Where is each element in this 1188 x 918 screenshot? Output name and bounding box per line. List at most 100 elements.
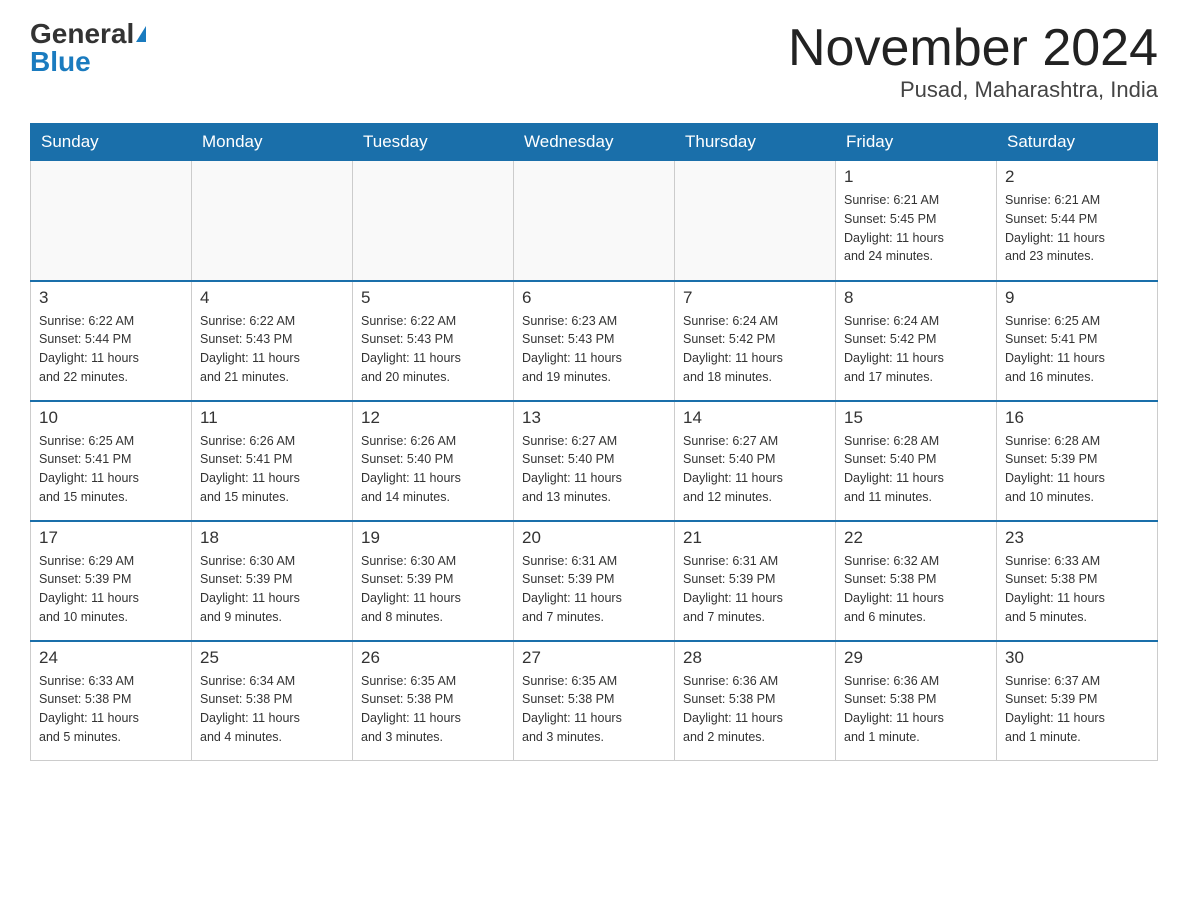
calendar-day-cell: 17 Sunrise: 6:29 AMSunset: 5:39 PMDayligh… [31, 521, 192, 641]
day-number: 7 [683, 288, 827, 308]
day-number: 16 [1005, 408, 1149, 428]
day-number: 20 [522, 528, 666, 548]
calendar-day-cell: 1 Sunrise: 6:21 AMSunset: 5:45 PMDaylight… [836, 161, 997, 281]
day-info: Sunrise: 6:26 AMSunset: 5:41 PMDaylight:… [200, 432, 344, 507]
location: Pusad, Maharashtra, India [788, 77, 1158, 103]
day-info: Sunrise: 6:26 AMSunset: 5:40 PMDaylight:… [361, 432, 505, 507]
day-of-week-header: Monday [192, 124, 353, 161]
day-info: Sunrise: 6:21 AMSunset: 5:45 PMDaylight:… [844, 191, 988, 266]
day-info: Sunrise: 6:28 AMSunset: 5:39 PMDaylight:… [1005, 432, 1149, 507]
calendar-day-cell: 29 Sunrise: 6:36 AMSunset: 5:38 PMDayligh… [836, 641, 997, 761]
day-of-week-header: Sunday [31, 124, 192, 161]
day-info: Sunrise: 6:32 AMSunset: 5:38 PMDaylight:… [844, 552, 988, 627]
calendar-header-row: SundayMondayTuesdayWednesdayThursdayFrid… [31, 124, 1158, 161]
day-info: Sunrise: 6:25 AMSunset: 5:41 PMDaylight:… [1005, 312, 1149, 387]
calendar-day-cell: 18 Sunrise: 6:30 AMSunset: 5:39 PMDayligh… [192, 521, 353, 641]
day-number: 28 [683, 648, 827, 668]
day-number: 29 [844, 648, 988, 668]
day-number: 14 [683, 408, 827, 428]
day-info: Sunrise: 6:23 AMSunset: 5:43 PMDaylight:… [522, 312, 666, 387]
calendar-week-row: 10 Sunrise: 6:25 AMSunset: 5:41 PMDayligh… [31, 401, 1158, 521]
calendar-day-cell: 20 Sunrise: 6:31 AMSunset: 5:39 PMDayligh… [514, 521, 675, 641]
calendar-day-cell: 19Sunrise: 6:30 AMSunset: 5:39 PMDayligh… [353, 521, 514, 641]
calendar-day-cell: 25Sunrise: 6:34 AMSunset: 5:38 PMDayligh… [192, 641, 353, 761]
day-info: Sunrise: 6:30 AMSunset: 5:39 PMDaylight:… [361, 552, 505, 627]
calendar-day-cell [514, 161, 675, 281]
day-number: 15 [844, 408, 988, 428]
day-of-week-header: Tuesday [353, 124, 514, 161]
page-header: General Blue November 2024 Pusad, Mahara… [30, 20, 1158, 103]
calendar-day-cell: 3Sunrise: 6:22 AMSunset: 5:44 PMDaylight… [31, 281, 192, 401]
calendar-day-cell: 28Sunrise: 6:36 AMSunset: 5:38 PMDayligh… [675, 641, 836, 761]
day-number: 13 [522, 408, 666, 428]
calendar-day-cell: 23Sunrise: 6:33 AMSunset: 5:38 PMDayligh… [997, 521, 1158, 641]
day-number: 4 [200, 288, 344, 308]
day-info: Sunrise: 6:35 AMSunset: 5:38 PMDaylight:… [522, 672, 666, 747]
day-info: Sunrise: 6:24 AMSunset: 5:42 PMDaylight:… [844, 312, 988, 387]
title-area: November 2024 Pusad, Maharashtra, India [788, 20, 1158, 103]
day-number: 27 [522, 648, 666, 668]
calendar-day-cell: 22 Sunrise: 6:32 AMSunset: 5:38 PMDayligh… [836, 521, 997, 641]
day-info: Sunrise: 6:31 AMSunset: 5:39 PMDaylight:… [683, 552, 827, 627]
calendar-day-cell [192, 161, 353, 281]
calendar-day-cell: 24 Sunrise: 6:33 AMSunset: 5:38 PMDayligh… [31, 641, 192, 761]
day-number: 1 [844, 167, 988, 187]
day-of-week-header: Wednesday [514, 124, 675, 161]
calendar-day-cell: 15Sunrise: 6:28 AMSunset: 5:40 PMDayligh… [836, 401, 997, 521]
day-number: 5 [361, 288, 505, 308]
day-number: 30 [1005, 648, 1149, 668]
calendar-day-cell: 4Sunrise: 6:22 AMSunset: 5:43 PMDaylight… [192, 281, 353, 401]
calendar-day-cell: 12 Sunrise: 6:26 AMSunset: 5:40 PMDayligh… [353, 401, 514, 521]
calendar-day-cell: 26 Sunrise: 6:35 AMSunset: 5:38 PMDayligh… [353, 641, 514, 761]
month-title: November 2024 [788, 20, 1158, 77]
day-info: Sunrise: 6:37 AMSunset: 5:39 PMDaylight:… [1005, 672, 1149, 747]
day-number: 9 [1005, 288, 1149, 308]
day-info: Sunrise: 6:34 AMSunset: 5:38 PMDaylight:… [200, 672, 344, 747]
calendar-day-cell [675, 161, 836, 281]
day-of-week-header: Friday [836, 124, 997, 161]
day-number: 26 [361, 648, 505, 668]
calendar-day-cell: 16 Sunrise: 6:28 AMSunset: 5:39 PMDayligh… [997, 401, 1158, 521]
calendar-day-cell [353, 161, 514, 281]
day-info: Sunrise: 6:35 AMSunset: 5:38 PMDaylight:… [361, 672, 505, 747]
logo-triangle-icon [136, 26, 146, 42]
day-of-week-header: Thursday [675, 124, 836, 161]
calendar-day-cell [31, 161, 192, 281]
day-number: 24 [39, 648, 183, 668]
day-number: 2 [1005, 167, 1149, 187]
day-info: Sunrise: 6:22 AMSunset: 5:43 PMDaylight:… [361, 312, 505, 387]
day-number: 10 [39, 408, 183, 428]
day-info: Sunrise: 6:33 AMSunset: 5:38 PMDaylight:… [39, 672, 183, 747]
day-info: Sunrise: 6:30 AMSunset: 5:39 PMDaylight:… [200, 552, 344, 627]
day-info: Sunrise: 6:29 AMSunset: 5:39 PMDaylight:… [39, 552, 183, 627]
day-info: Sunrise: 6:27 AMSunset: 5:40 PMDaylight:… [522, 432, 666, 507]
day-info: Sunrise: 6:25 AMSunset: 5:41 PMDaylight:… [39, 432, 183, 507]
calendar-day-cell: 30 Sunrise: 6:37 AMSunset: 5:39 PMDayligh… [997, 641, 1158, 761]
day-info: Sunrise: 6:21 AMSunset: 5:44 PMDaylight:… [1005, 191, 1149, 266]
day-info: Sunrise: 6:24 AMSunset: 5:42 PMDaylight:… [683, 312, 827, 387]
day-number: 22 [844, 528, 988, 548]
calendar-day-cell: 10 Sunrise: 6:25 AMSunset: 5:41 PMDayligh… [31, 401, 192, 521]
calendar-day-cell: 13 Sunrise: 6:27 AMSunset: 5:40 PMDayligh… [514, 401, 675, 521]
day-number: 11 [200, 408, 344, 428]
calendar-table: SundayMondayTuesdayWednesdayThursdayFrid… [30, 123, 1158, 761]
day-number: 21 [683, 528, 827, 548]
calendar-day-cell: 21 Sunrise: 6:31 AMSunset: 5:39 PMDayligh… [675, 521, 836, 641]
calendar-day-cell: 14Sunrise: 6:27 AMSunset: 5:40 PMDayligh… [675, 401, 836, 521]
logo: General Blue [30, 20, 146, 76]
calendar-week-row: 17 Sunrise: 6:29 AMSunset: 5:39 PMDayligh… [31, 521, 1158, 641]
day-info: Sunrise: 6:33 AMSunset: 5:38 PMDaylight:… [1005, 552, 1149, 627]
logo-blue-text: Blue [30, 48, 91, 76]
calendar-day-cell: 5 Sunrise: 6:22 AMSunset: 5:43 PMDaylight… [353, 281, 514, 401]
day-number: 12 [361, 408, 505, 428]
day-info: Sunrise: 6:36 AMSunset: 5:38 PMDaylight:… [844, 672, 988, 747]
day-of-week-header: Saturday [997, 124, 1158, 161]
day-number: 18 [200, 528, 344, 548]
calendar-day-cell: 8Sunrise: 6:24 AMSunset: 5:42 PMDaylight… [836, 281, 997, 401]
calendar-day-cell: 27 Sunrise: 6:35 AMSunset: 5:38 PMDayligh… [514, 641, 675, 761]
calendar-day-cell: 7 Sunrise: 6:24 AMSunset: 5:42 PMDaylight… [675, 281, 836, 401]
day-info: Sunrise: 6:31 AMSunset: 5:39 PMDaylight:… [522, 552, 666, 627]
calendar-day-cell: 11 Sunrise: 6:26 AMSunset: 5:41 PMDayligh… [192, 401, 353, 521]
day-number: 17 [39, 528, 183, 548]
calendar-week-row: 3Sunrise: 6:22 AMSunset: 5:44 PMDaylight… [31, 281, 1158, 401]
